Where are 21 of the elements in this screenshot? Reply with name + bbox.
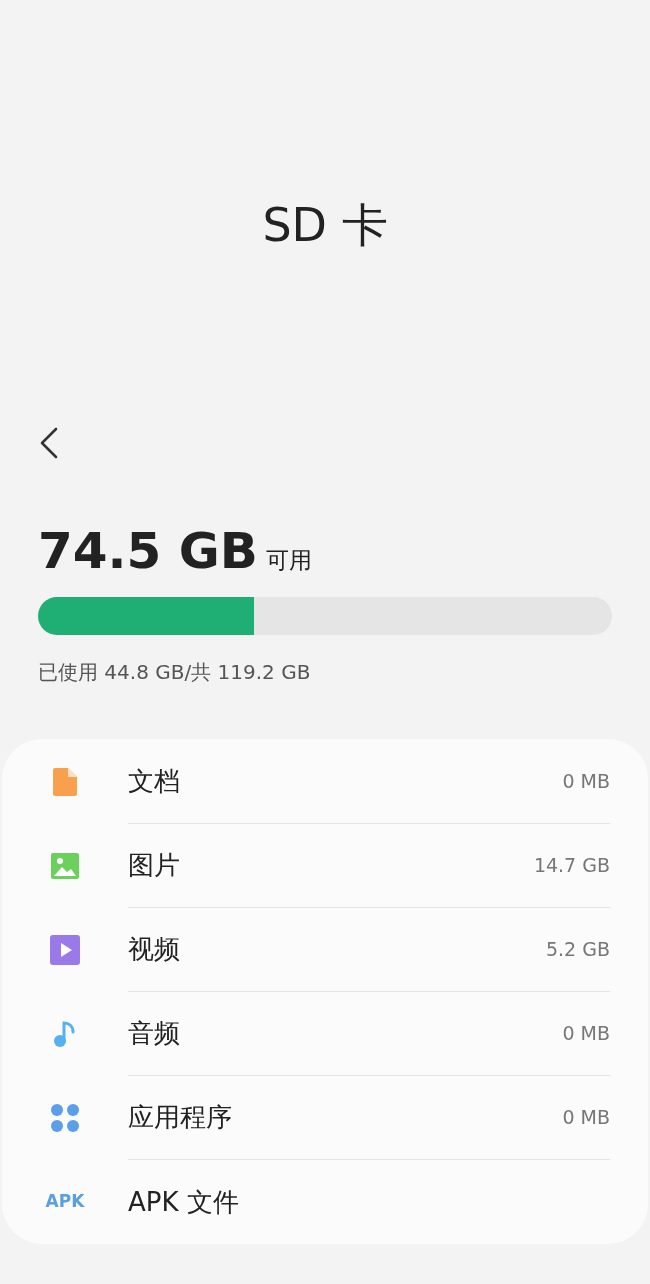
available-label: 可用 xyxy=(265,546,312,575)
category-size: 0 MB xyxy=(562,769,610,795)
back-icon[interactable] xyxy=(38,426,60,460)
category-label[interactable]: 视频 xyxy=(128,930,180,969)
page-title: SD 卡 xyxy=(261,197,389,254)
category-label[interactable]: 应用程序 xyxy=(128,1098,232,1137)
category-label[interactable]: 文档 xyxy=(128,762,180,801)
category-size: 14.7 GB xyxy=(533,853,610,879)
play-icon xyxy=(50,935,80,965)
apps-grid-icon xyxy=(50,1103,80,1133)
category-label[interactable]: APK 文件 xyxy=(128,1182,239,1222)
apk-icon: APK xyxy=(45,1189,85,1215)
document-icon xyxy=(52,767,78,797)
category-label[interactable]: 音频 xyxy=(128,1014,180,1053)
category-size: 0 MB xyxy=(562,1105,610,1131)
image-icon xyxy=(51,853,79,879)
usage-text: 已使用 44.8 GB/共 119.2 GB xyxy=(37,659,312,686)
category-size: 0 MB xyxy=(562,1021,610,1047)
category-label[interactable]: 图片 xyxy=(128,846,180,885)
category-size: 5.2 GB xyxy=(546,937,610,963)
available-amount: 74.5 GB xyxy=(38,524,258,579)
